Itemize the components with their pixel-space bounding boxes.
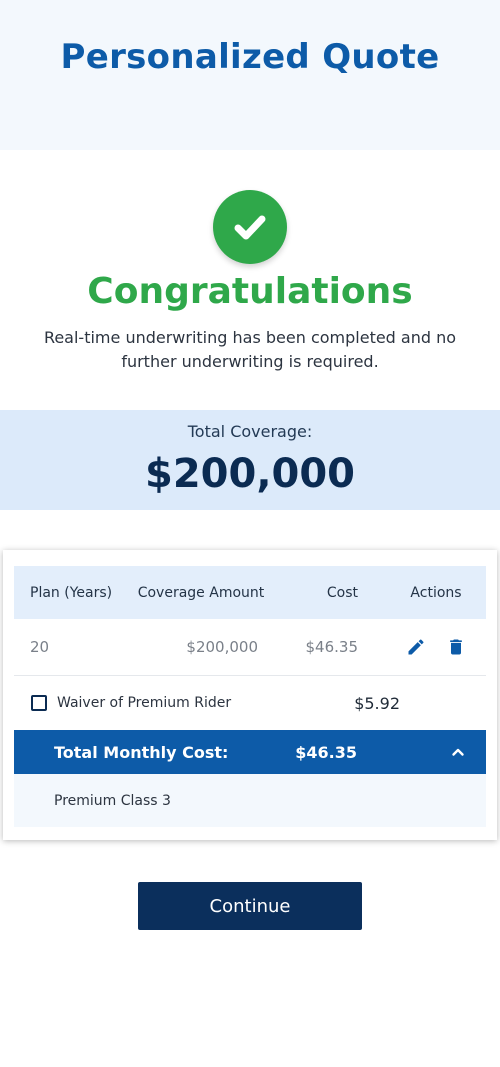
check-circle-icon — [213, 190, 287, 264]
coverage-amount-cell: $200,000 — [186, 638, 258, 656]
header-cost: Cost — [326, 584, 358, 601]
rider-label: Waiver of Premium Rider — [57, 695, 232, 711]
total-label: Total Monthly Cost: — [54, 742, 229, 762]
success-section: Congratulations Real-time underwriting h… — [0, 150, 500, 371]
quote-table: Plan (Years) Coverage Amount Cost Action… — [14, 566, 486, 827]
rider-cost: $5.92 — [354, 693, 400, 713]
quote-card: Plan (Years) Coverage Amount Cost Action… — [3, 550, 497, 840]
actions-cell — [386, 637, 486, 657]
page-header: Personalized Quote — [0, 0, 500, 150]
page-title: Personalized Quote — [60, 37, 440, 77]
success-message: Real-time underwriting has been complete… — [43, 328, 457, 371]
rider-row: Waiver of Premium Rider $5.92 — [14, 676, 486, 730]
cost-cell: $46.35 — [305, 638, 359, 656]
table-header: Plan (Years) Coverage Amount Cost Action… — [14, 566, 486, 619]
premium-class: Premium Class 3 — [14, 774, 486, 827]
total-monthly-cost-bar[interactable]: Total Monthly Cost: $46.35 — [14, 730, 486, 774]
rider-checkbox[interactable] — [31, 695, 47, 711]
header-coverage-amount: Coverage Amount — [137, 584, 265, 601]
coverage-amount: $200,000 — [144, 451, 356, 497]
header-actions: Actions — [410, 584, 462, 601]
plan-years-cell: 20 — [30, 638, 50, 656]
coverage-banner: Total Coverage: $200,000 — [0, 410, 500, 510]
table-row: 20 $200,000 $46.35 — [14, 619, 486, 676]
coverage-label: Total Coverage: — [187, 422, 313, 441]
chevron-up-icon[interactable] — [450, 744, 466, 760]
continue-button[interactable]: Continue — [138, 882, 362, 930]
total-cost: $46.35 — [295, 742, 357, 762]
trash-icon[interactable] — [446, 637, 466, 657]
success-heading: Congratulations — [87, 271, 413, 312]
edit-icon[interactable] — [406, 637, 426, 657]
header-plan-years: Plan (Years) — [30, 584, 113, 601]
